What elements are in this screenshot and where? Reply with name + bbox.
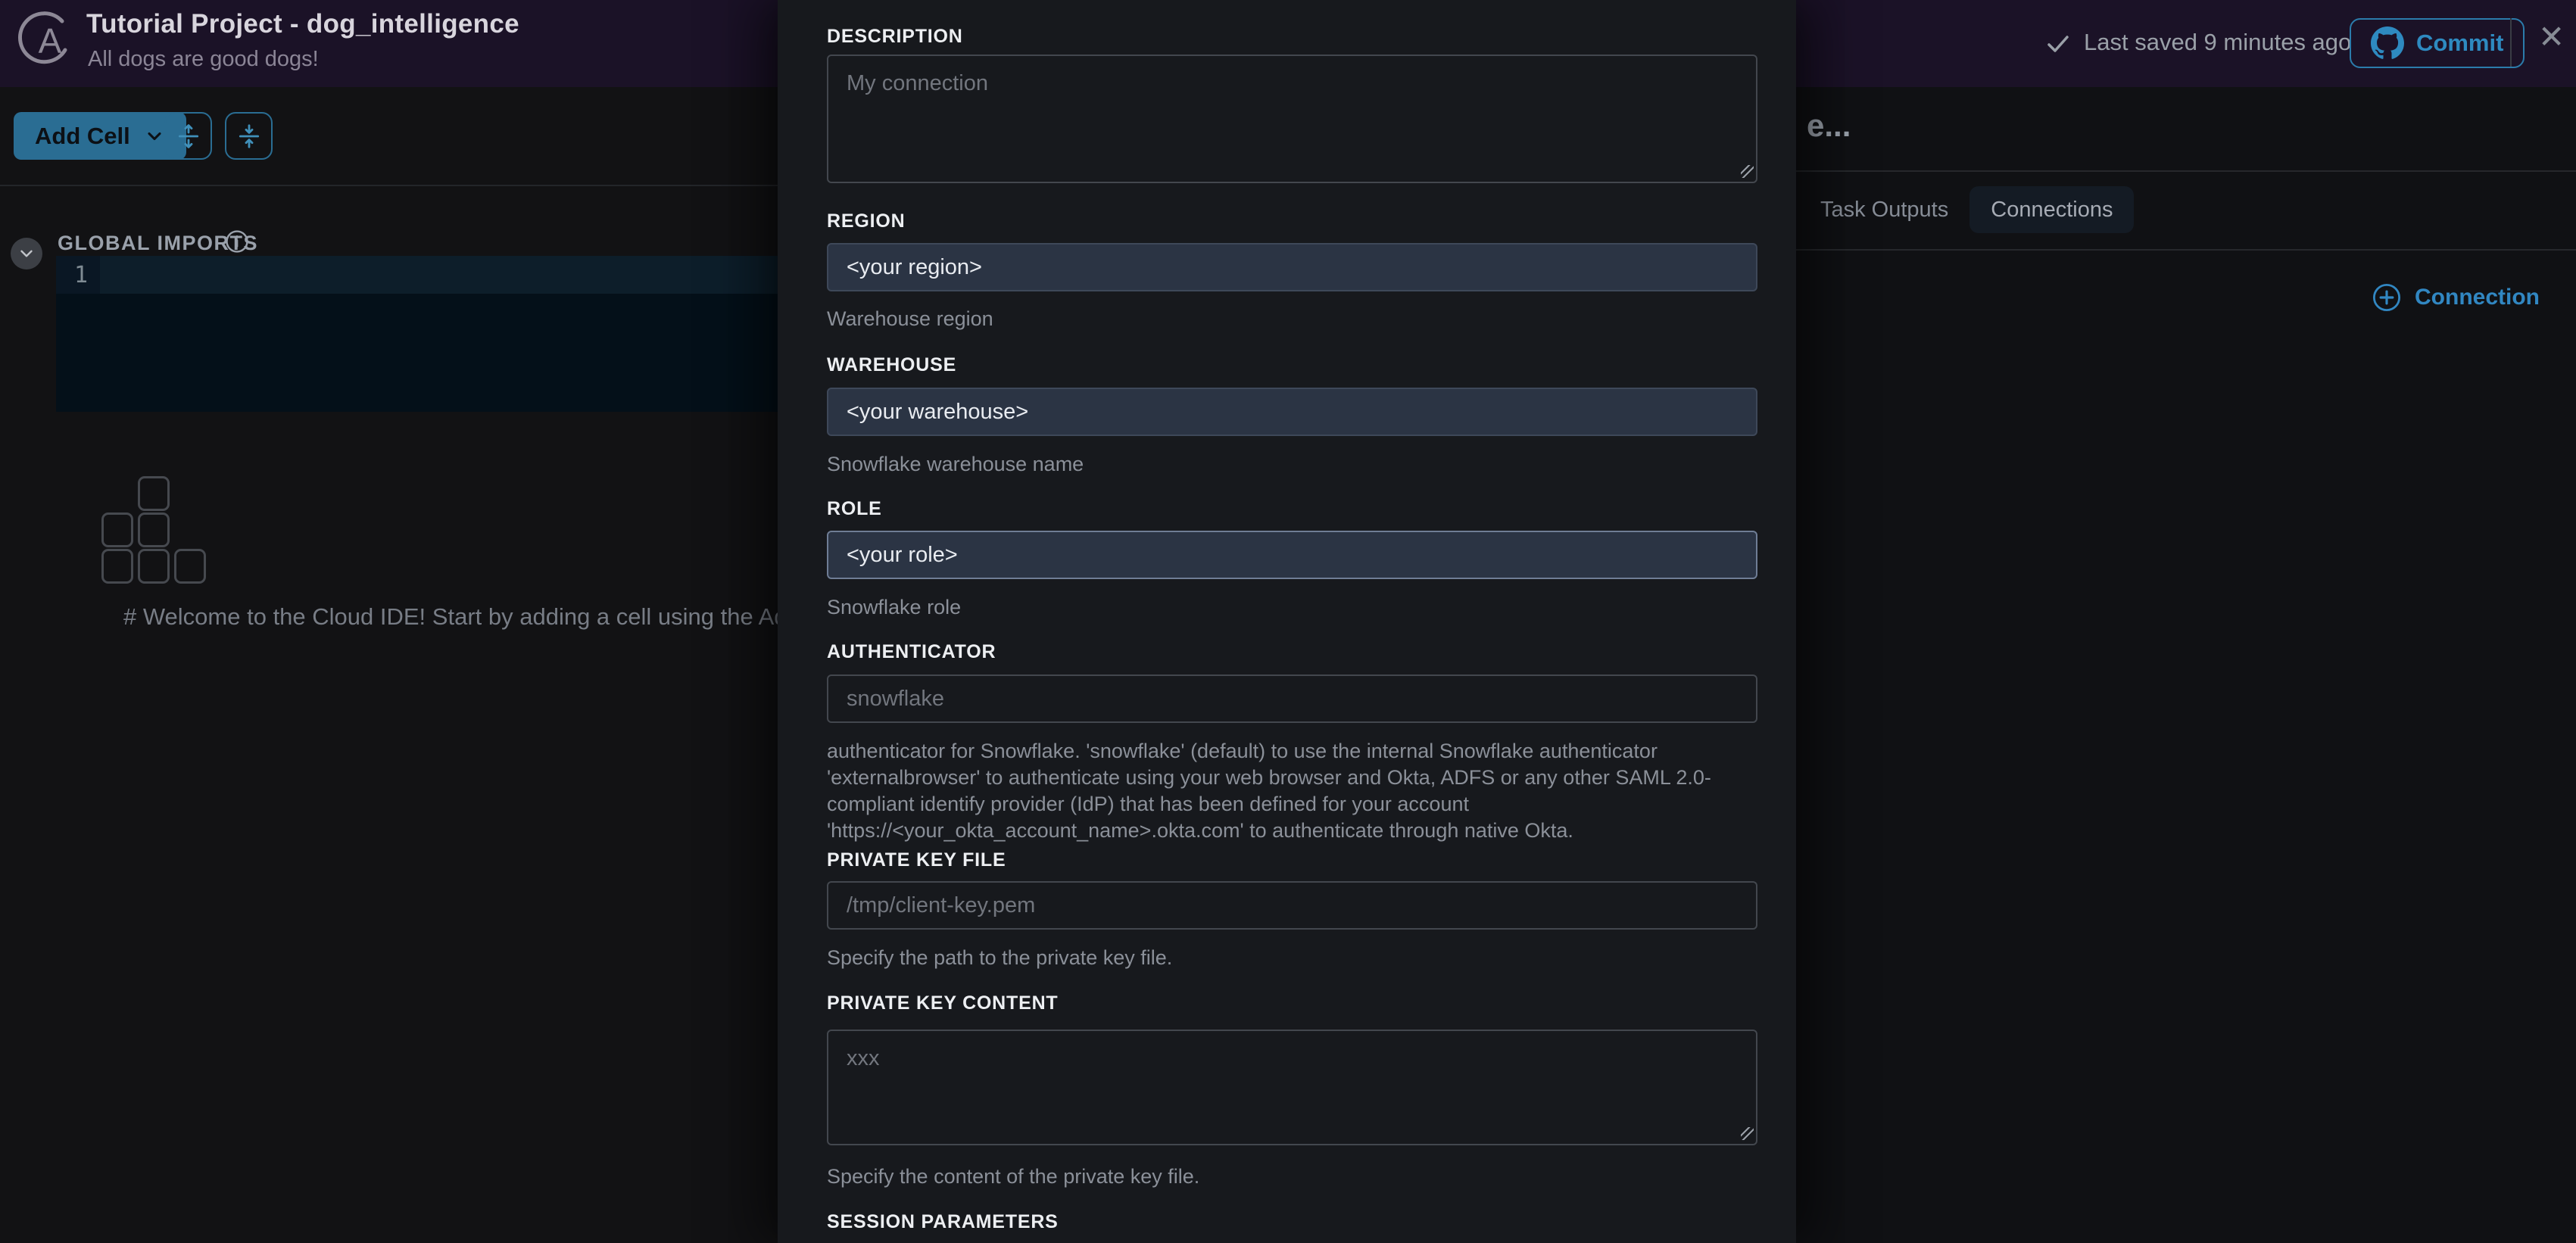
cells-placeholder-square bbox=[101, 512, 133, 547]
chevron-down-icon bbox=[17, 244, 36, 263]
editor-gutter: 1 bbox=[56, 256, 100, 294]
panel-divider bbox=[1796, 170, 2576, 172]
description-textarea[interactable] bbox=[827, 55, 1757, 183]
authenticator-label: AUTHENTICATOR bbox=[827, 641, 996, 663]
warehouse-helper: Snowflake warehouse name bbox=[827, 451, 1762, 478]
cells-placeholder-square bbox=[101, 549, 133, 584]
private-key-content-helper: Specify the content of the private key f… bbox=[827, 1164, 1762, 1190]
header-divider bbox=[2510, 18, 2512, 67]
region-helper: Warehouse region bbox=[827, 306, 1762, 332]
region-input[interactable] bbox=[827, 243, 1757, 291]
region-label: REGION bbox=[827, 210, 905, 232]
authenticator-helper: authenticator for Snowflake. 'snowflake'… bbox=[827, 738, 1762, 844]
editor-line-1[interactable] bbox=[100, 256, 813, 294]
project-subtitle: All dogs are good dogs! bbox=[88, 47, 319, 72]
panel-tabs: Task Outputs Connections bbox=[1810, 186, 2134, 233]
app-logo-letter: A bbox=[39, 21, 62, 61]
chevron-down-icon bbox=[144, 126, 165, 147]
collapse-vertical-icon bbox=[234, 121, 264, 151]
private-key-file-input[interactable] bbox=[827, 881, 1757, 930]
private-key-file-helper: Specify the path to the private key file… bbox=[827, 945, 1762, 971]
empty-state-text: # Welcome to the Cloud IDE! Start by add… bbox=[123, 603, 778, 631]
authenticator-input[interactable] bbox=[827, 674, 1757, 723]
right-panel bbox=[1796, 87, 2576, 1243]
cells-placeholder-square bbox=[138, 549, 170, 584]
expand-all-cells-button[interactable] bbox=[164, 112, 212, 160]
panel-divider bbox=[1796, 249, 2576, 251]
resize-handle[interactable] bbox=[1741, 165, 1754, 178]
connection-settings-panel: DESCRIPTION REGION Warehouse region WARE… bbox=[778, 0, 1796, 1243]
line-number: 1 bbox=[74, 262, 88, 288]
add-connection-button[interactable]: Connection bbox=[2371, 282, 2540, 313]
resize-handle[interactable] bbox=[1741, 1127, 1754, 1140]
close-icon[interactable]: ✕ bbox=[2538, 21, 2565, 53]
info-icon bbox=[224, 229, 250, 254]
tab-connections[interactable]: Connections bbox=[1969, 186, 2134, 233]
commit-button[interactable]: Commit bbox=[2350, 18, 2525, 68]
role-helper: Snowflake role bbox=[827, 594, 1762, 621]
private-key-file-label: PRIVATE KEY FILE bbox=[827, 849, 1006, 871]
session-parameters-label: SESSION PARAMETERS bbox=[827, 1211, 1059, 1233]
collapse-all-cells-button[interactable] bbox=[225, 112, 273, 160]
cells-placeholder-square bbox=[174, 549, 206, 584]
add-cell-label: Add Cell bbox=[35, 123, 130, 150]
collapse-global-imports-button[interactable] bbox=[11, 238, 42, 269]
save-status: Last saved 9 minutes ago bbox=[2084, 29, 2351, 56]
commit-label: Commit bbox=[2416, 30, 2503, 57]
role-label: ROLE bbox=[827, 498, 882, 520]
project-title: Tutorial Project - dog_intelligence bbox=[86, 9, 519, 39]
plus-circle-icon bbox=[2371, 282, 2403, 313]
cloud-ide-app: A Tutorial Project - dog_intelligence Al… bbox=[0, 0, 2576, 1243]
tab-task-outputs[interactable]: Task Outputs bbox=[1810, 186, 1959, 233]
warehouse-label: WAREHOUSE bbox=[827, 354, 956, 376]
description-label: DESCRIPTION bbox=[827, 26, 963, 48]
cells-placeholder-square bbox=[138, 476, 170, 511]
global-imports-editor[interactable]: 1 bbox=[56, 256, 813, 412]
app-logo-icon: A bbox=[15, 11, 76, 71]
add-cell-button[interactable]: Add Cell bbox=[14, 112, 186, 160]
github-icon bbox=[2371, 26, 2404, 60]
saved-check-icon bbox=[2044, 30, 2072, 58]
warehouse-input[interactable] bbox=[827, 388, 1757, 436]
editor-active-row: 1 bbox=[56, 256, 813, 294]
role-input[interactable] bbox=[827, 531, 1757, 579]
private-key-content-textarea[interactable] bbox=[827, 1030, 1757, 1145]
add-connection-label: Connection bbox=[2415, 285, 2540, 310]
private-key-content-label: PRIVATE KEY CONTENT bbox=[827, 992, 1059, 1014]
expand-vertical-icon bbox=[173, 121, 204, 151]
panel-heading-fragment: e... bbox=[1807, 107, 1851, 144]
cells-placeholder-square bbox=[138, 512, 170, 547]
